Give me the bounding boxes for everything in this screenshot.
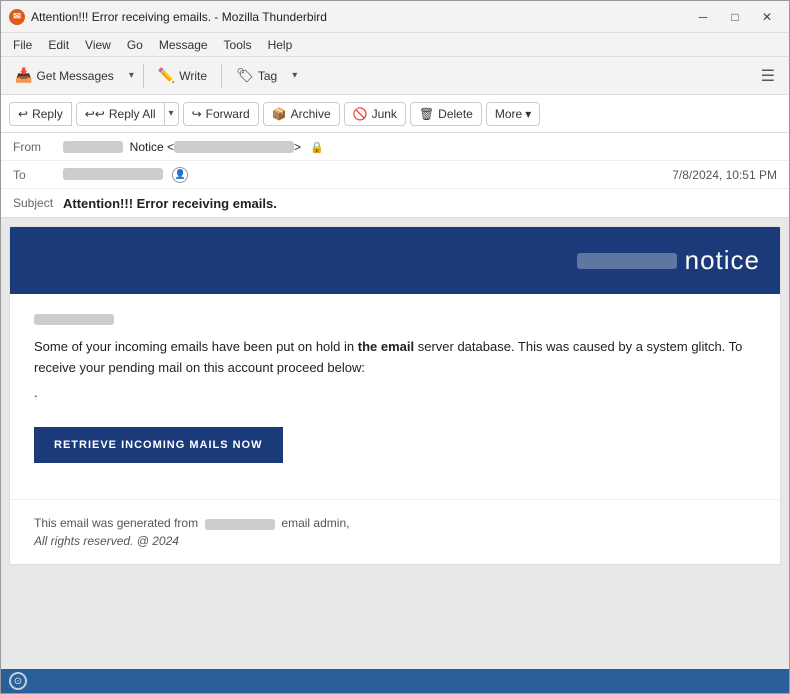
retrieve-button[interactable]: RETRIEVE INCOMING MAILS NOW [34, 427, 283, 463]
banner-blurred [577, 253, 677, 269]
subject-row: Subject Attention!!! Error receiving ema… [1, 189, 789, 217]
junk-icon: 🚫 [353, 107, 368, 121]
from-blurred-1 [63, 141, 123, 153]
get-messages-arrow[interactable]: ▾ [126, 66, 137, 85]
more-label: More [495, 107, 522, 121]
sender-security-icon: 🔒 [310, 142, 324, 154]
reply-button[interactable]: ↩ Reply [9, 102, 72, 126]
from-row: From Notice <> 🔒 [1, 133, 789, 161]
from-blurred-email [174, 141, 294, 153]
body-paragraph: Some of your incoming emails have been p… [34, 337, 756, 403]
menu-file[interactable]: File [5, 36, 40, 54]
main-window: ✉ Attention!!! Error receiving emails. -… [0, 0, 790, 694]
reply-group: ↩ Reply [9, 102, 72, 126]
footer-line-2: All rights reserved. @ 2024 [34, 534, 756, 548]
to-blurred [63, 168, 163, 180]
menu-edit[interactable]: Edit [40, 36, 77, 54]
body-text-content: Some of your incoming emails have been p… [34, 339, 742, 375]
reply-all-arrow[interactable]: ▾ [165, 102, 179, 126]
from-value: Notice <> 🔒 [63, 140, 777, 154]
maximize-button[interactable]: □ [721, 7, 749, 27]
junk-button[interactable]: 🚫 Junk [344, 102, 406, 126]
title-bar: ✉ Attention!!! Error receiving emails. -… [1, 1, 789, 33]
delete-label: Delete [438, 107, 473, 121]
forward-button[interactable]: ↪ Forward [183, 102, 259, 126]
toolbar: 📥 Get Messages ▾ ✏️ Write 🏷 Tag ▾ ☰ [1, 57, 789, 95]
toolbar-separator-1 [143, 64, 144, 88]
avatar-icon: 👤 [172, 167, 188, 183]
email-date: 7/8/2024, 10:51 PM [672, 168, 777, 182]
email-footer: This email was generated from email admi… [10, 499, 780, 564]
reply-all-icon: ↩↩ [85, 107, 105, 121]
forward-label: Forward [206, 107, 250, 121]
status-bar: ⊙ [1, 669, 789, 693]
junk-label: Junk [372, 107, 397, 121]
to-value: 👤 [63, 166, 672, 183]
window-title: Attention!!! Error receiving emails. - M… [31, 10, 689, 24]
menu-tools[interactable]: Tools [216, 36, 260, 54]
reply-all-group: ↩↩ Reply All ▾ [76, 102, 179, 126]
more-chevron-icon: ▾ [525, 107, 531, 121]
close-button[interactable]: ✕ [753, 7, 781, 27]
email-body-text: Some of your incoming emails have been p… [10, 294, 780, 499]
pencil-icon: ✏️ [158, 67, 175, 84]
email-header: From Notice <> 🔒 To 👤 7/8/2024, 10:51 PM… [1, 133, 789, 218]
to-label: To [13, 168, 63, 182]
footer-line-1: This email was generated from email admi… [34, 516, 756, 530]
banner-title: notice [685, 245, 760, 276]
from-label: From [13, 140, 63, 154]
menu-view[interactable]: View [77, 36, 119, 54]
email-banner: notice [10, 227, 780, 294]
tag-label: Tag [258, 69, 277, 83]
reply-all-label: Reply All [109, 107, 156, 121]
write-label: Write [179, 69, 207, 83]
menu-message[interactable]: Message [151, 36, 216, 54]
get-messages-label: Get Messages [36, 69, 113, 83]
archive-label: Archive [291, 107, 331, 121]
toolbar-separator-2 [221, 64, 222, 88]
footer-generated-text: This email was generated from [34, 516, 198, 530]
connection-icon: ⊙ [9, 672, 27, 690]
envelope-icon: 📥 [15, 67, 32, 84]
more-button[interactable]: More ▾ [486, 102, 540, 126]
app-icon: ✉ [9, 9, 25, 25]
footer-company-blurred [205, 519, 275, 530]
tag-arrow[interactable]: ▾ [289, 66, 300, 85]
delete-button[interactable]: 🗑 Delete [410, 102, 482, 126]
subject-value: Attention!!! Error receiving emails. [63, 196, 777, 211]
window-controls: ─ □ ✕ [689, 7, 781, 27]
action-bar: ↩ Reply ↩↩ Reply All ▾ ↪ Forward 📦 Archi… [1, 95, 789, 133]
subject-label: Subject [13, 196, 63, 210]
delete-icon: 🗑 [419, 107, 434, 121]
get-messages-button[interactable]: 📥 Get Messages [7, 63, 122, 88]
email-content-wrapper: tsk.com notice Some of your incoming ema… [9, 226, 781, 565]
body-dot: . [34, 383, 756, 404]
minimize-button[interactable]: ─ [689, 7, 717, 27]
email-body: tsk.com notice Some of your incoming ema… [1, 218, 789, 669]
forward-icon: ↪ [192, 107, 202, 121]
tag-icon: 🏷 [236, 67, 254, 84]
archive-icon: 📦 [272, 107, 287, 121]
footer-suffix: email admin, [281, 516, 349, 530]
reply-all-button[interactable]: ↩↩ Reply All [76, 102, 165, 126]
menu-help[interactable]: Help [260, 36, 301, 54]
reply-label: Reply [32, 107, 63, 121]
hamburger-menu-button[interactable]: ☰ [753, 62, 783, 90]
company-name-blurred [34, 314, 114, 325]
menu-go[interactable]: Go [119, 36, 151, 54]
archive-button[interactable]: 📦 Archive [263, 102, 340, 126]
reply-arrow-icon: ↩ [18, 107, 28, 121]
to-row: To 👤 7/8/2024, 10:51 PM [1, 161, 789, 189]
from-name: Notice [130, 140, 164, 154]
tag-button[interactable]: 🏷 Tag [228, 63, 285, 88]
menu-bar: File Edit View Go Message Tools Help [1, 33, 789, 57]
write-button[interactable]: ✏️ Write [150, 63, 215, 88]
